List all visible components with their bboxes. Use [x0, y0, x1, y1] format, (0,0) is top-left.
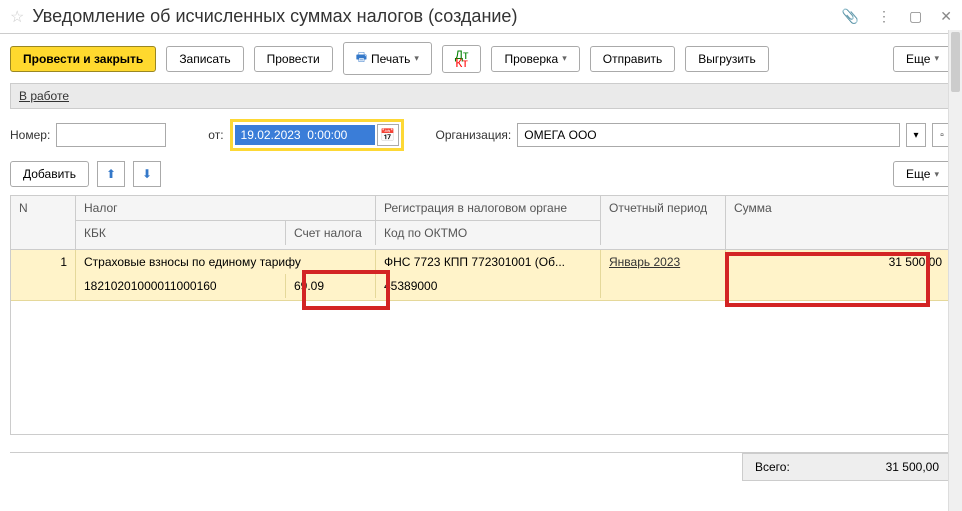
td-tax: Страховые взносы по единому тарифу: [76, 250, 376, 274]
submit-button[interactable]: Провести: [254, 46, 333, 72]
th-sum: Сумма: [726, 196, 951, 249]
th-oktmo: Код по ОКТМО: [376, 220, 601, 245]
th-period: Отчетный период: [601, 196, 726, 249]
move-down-icon[interactable]: ⬇: [133, 161, 161, 187]
th-acc: Счет налога: [286, 220, 376, 245]
table-more-button[interactable]: Еще: [893, 161, 952, 187]
date-input[interactable]: [235, 125, 375, 145]
from-label: от:: [208, 128, 223, 142]
attach-icon[interactable]: 📎: [842, 8, 859, 25]
td-reg: ФНС 7723 КПП 772301001 (Об...: [376, 250, 601, 274]
submit-close-button[interactable]: Провести и закрыть: [10, 46, 156, 72]
td-kbk: 18210201000011000160: [76, 274, 286, 298]
more-button[interactable]: Еще: [893, 46, 952, 72]
page-title: Уведомление об исчисленных суммах налого…: [32, 6, 841, 27]
tax-table: N Налог КБК Счет налога Регистрация в на…: [10, 195, 952, 435]
print-button[interactable]: 🖶 Печать: [343, 42, 432, 75]
kebab-menu-icon[interactable]: ⋮: [877, 8, 891, 25]
calendar-icon[interactable]: 📅: [377, 124, 399, 146]
dtkt-button[interactable]: ДтКт: [442, 45, 482, 73]
org-dropdown-icon[interactable]: ▾: [906, 123, 926, 147]
total-value: 31 500,00: [886, 460, 939, 474]
add-button[interactable]: Добавить: [10, 161, 89, 187]
send-button[interactable]: Отправить: [590, 46, 676, 72]
org-input[interactable]: ОМЕГА ООО: [517, 123, 900, 147]
printer-icon: 🖶: [356, 48, 367, 69]
total-label: Всего:: [755, 460, 790, 474]
td-n: 1: [11, 250, 76, 300]
table-row[interactable]: 1 Страховые взносы по единому тарифу 182…: [11, 250, 951, 301]
total-box: Всего: 31 500,00: [742, 453, 952, 481]
number-input[interactable]: [56, 123, 166, 147]
th-kbk: КБК: [76, 220, 286, 245]
move-up-icon[interactable]: ⬆: [97, 161, 125, 187]
org-label: Организация:: [436, 128, 512, 142]
export-button[interactable]: Выгрузить: [685, 46, 769, 72]
close-icon[interactable]: ✕: [940, 8, 952, 25]
td-sum: 31 500,00: [726, 250, 951, 300]
number-label: Номер:: [10, 128, 50, 142]
th-tax: Налог: [76, 196, 376, 220]
scroll-thumb[interactable]: [951, 32, 960, 92]
td-acc: 69.09: [286, 274, 376, 298]
favorite-star-icon[interactable]: ☆: [10, 7, 24, 27]
check-button[interactable]: Проверка: [491, 46, 579, 72]
th-reg: Регистрация в налоговом органе: [376, 196, 601, 220]
save-button[interactable]: Записать: [166, 46, 243, 72]
status-link[interactable]: В работе: [19, 89, 69, 103]
td-oktmo: 45389000: [376, 274, 601, 298]
maximize-icon[interactable]: ▢: [909, 8, 922, 25]
scrollbar[interactable]: [948, 30, 962, 511]
th-n: N: [11, 196, 76, 249]
td-period: Январь 2023: [601, 250, 726, 300]
status-bar: В работе: [10, 83, 952, 109]
